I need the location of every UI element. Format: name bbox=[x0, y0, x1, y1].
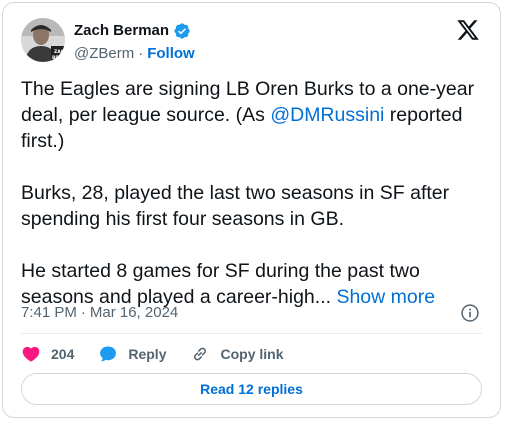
author-handle-row: @ZBerm · Follow bbox=[74, 44, 195, 64]
author-handle[interactable]: @ZBerm bbox=[74, 44, 134, 64]
avatar-caption-line1: ZAC bbox=[54, 49, 65, 55]
copy-link-button[interactable]: Copy link bbox=[190, 344, 284, 364]
tweet-card: ZAC BERM Zach Berman @ZBerm · Follow The… bbox=[2, 2, 501, 418]
info-icon[interactable] bbox=[460, 303, 480, 323]
speech-bubble-icon bbox=[100, 346, 117, 362]
avatar-caption-line2: BERM bbox=[52, 55, 65, 61]
tweet-paragraph-1: The Eagles are signing LB Oren Burks to … bbox=[21, 76, 483, 154]
like-button[interactable]: 204 bbox=[21, 344, 74, 364]
author-name-row: Zach Berman bbox=[74, 21, 191, 41]
x-logo-icon[interactable] bbox=[456, 18, 480, 42]
author-avatar[interactable]: ZAC BERM bbox=[21, 18, 65, 62]
handle-separator: · bbox=[138, 45, 144, 62]
timestamp-separator: · bbox=[80, 304, 86, 321]
like-count: 204 bbox=[51, 346, 75, 362]
reply-label: Reply bbox=[128, 346, 167, 362]
copy-link-label: Copy link bbox=[220, 346, 284, 362]
tweet-actions: 204 Reply Copy link bbox=[21, 343, 308, 365]
link-icon bbox=[194, 347, 207, 361]
reply-button[interactable]: Reply bbox=[98, 344, 166, 364]
tweet-paragraph-2: Burks, 28, played the last two seasons i… bbox=[21, 182, 450, 230]
tweet-time: 7:41 PM bbox=[21, 304, 77, 321]
read-replies-button[interactable]: Read 12 replies bbox=[21, 373, 482, 405]
mention-link[interactable]: @DMRussini bbox=[270, 104, 384, 126]
show-more-link[interactable]: Show more bbox=[336, 286, 435, 308]
verified-badge-icon bbox=[173, 22, 191, 40]
divider bbox=[21, 333, 482, 334]
tweet-text: The Eagles are signing LB Oren Burks to … bbox=[21, 76, 483, 310]
author-name[interactable]: Zach Berman bbox=[74, 21, 169, 41]
tweet-timestamp[interactable]: 7:41 PM · Mar 16, 2024 bbox=[21, 303, 178, 323]
follow-button[interactable]: Follow bbox=[147, 44, 195, 64]
heart-icon bbox=[22, 346, 40, 362]
avatar-photo: ZAC BERM bbox=[21, 18, 65, 62]
tweet-date: Mar 16, 2024 bbox=[89, 304, 179, 321]
